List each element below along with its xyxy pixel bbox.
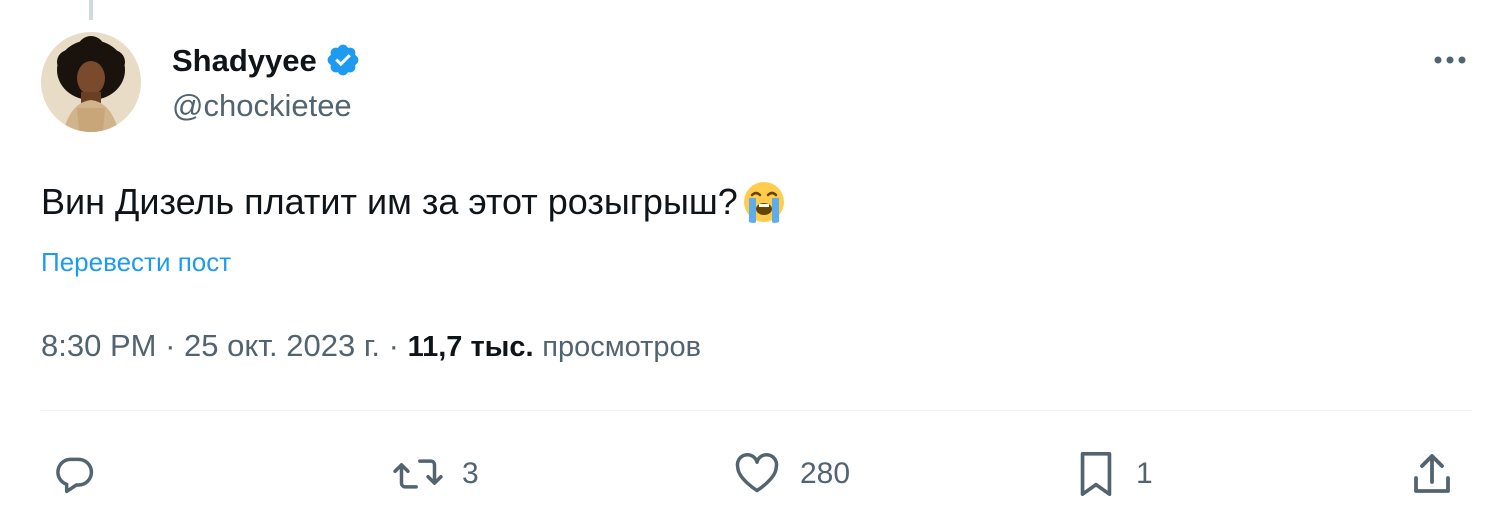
meta-separator: · <box>165 328 176 363</box>
tweet-date[interactable]: 25 окт. 2023 г. <box>184 328 380 363</box>
action-bar: 3 280 1 <box>0 446 1500 502</box>
divider <box>41 410 1472 411</box>
loudly-crying-face-emoji-icon <box>740 178 788 226</box>
verified-badge-icon <box>325 42 361 78</box>
views-label: просмотров <box>542 331 702 363</box>
tweet-time[interactable]: 8:30 PM <box>41 328 156 363</box>
bookmark-count: 1 <box>1136 457 1153 490</box>
translate-post-link[interactable]: Перевести пост <box>41 246 231 278</box>
author-name-row[interactable]: Shadyyee <box>172 38 361 82</box>
repost-count: 3 <box>462 457 479 490</box>
thread-connector-line <box>89 0 93 20</box>
meta-separator: · <box>388 328 399 363</box>
tweet-metadata: 8:30 PM · 25 окт. 2023 г. · 11,7 тыс. пр… <box>41 326 701 367</box>
bookmark-button[interactable]: 1 <box>1074 446 1153 502</box>
reply-icon <box>52 452 96 496</box>
repost-icon <box>392 452 444 496</box>
share-icon <box>1410 450 1454 498</box>
tweet-text: Вин Дизель платит им за этот розыгрыш? <box>41 178 788 226</box>
views-count[interactable]: 11,7 тыс. <box>408 331 534 363</box>
like-button[interactable]: 280 <box>732 446 850 502</box>
tweet-text-content: Вин Дизель платит им за этот розыгрыш? <box>41 181 738 222</box>
like-count: 280 <box>800 457 851 490</box>
reply-button[interactable] <box>52 446 114 502</box>
more-options-icon[interactable] <box>1428 40 1472 80</box>
repost-button[interactable]: 3 <box>392 446 479 502</box>
bookmark-icon <box>1074 449 1118 499</box>
avatar[interactable] <box>41 32 141 132</box>
heart-icon <box>732 452 782 496</box>
author-handle[interactable]: @chockietee <box>172 90 352 121</box>
author-display-name[interactable]: Shadyyee <box>172 45 317 76</box>
share-button[interactable] <box>1410 446 1454 502</box>
